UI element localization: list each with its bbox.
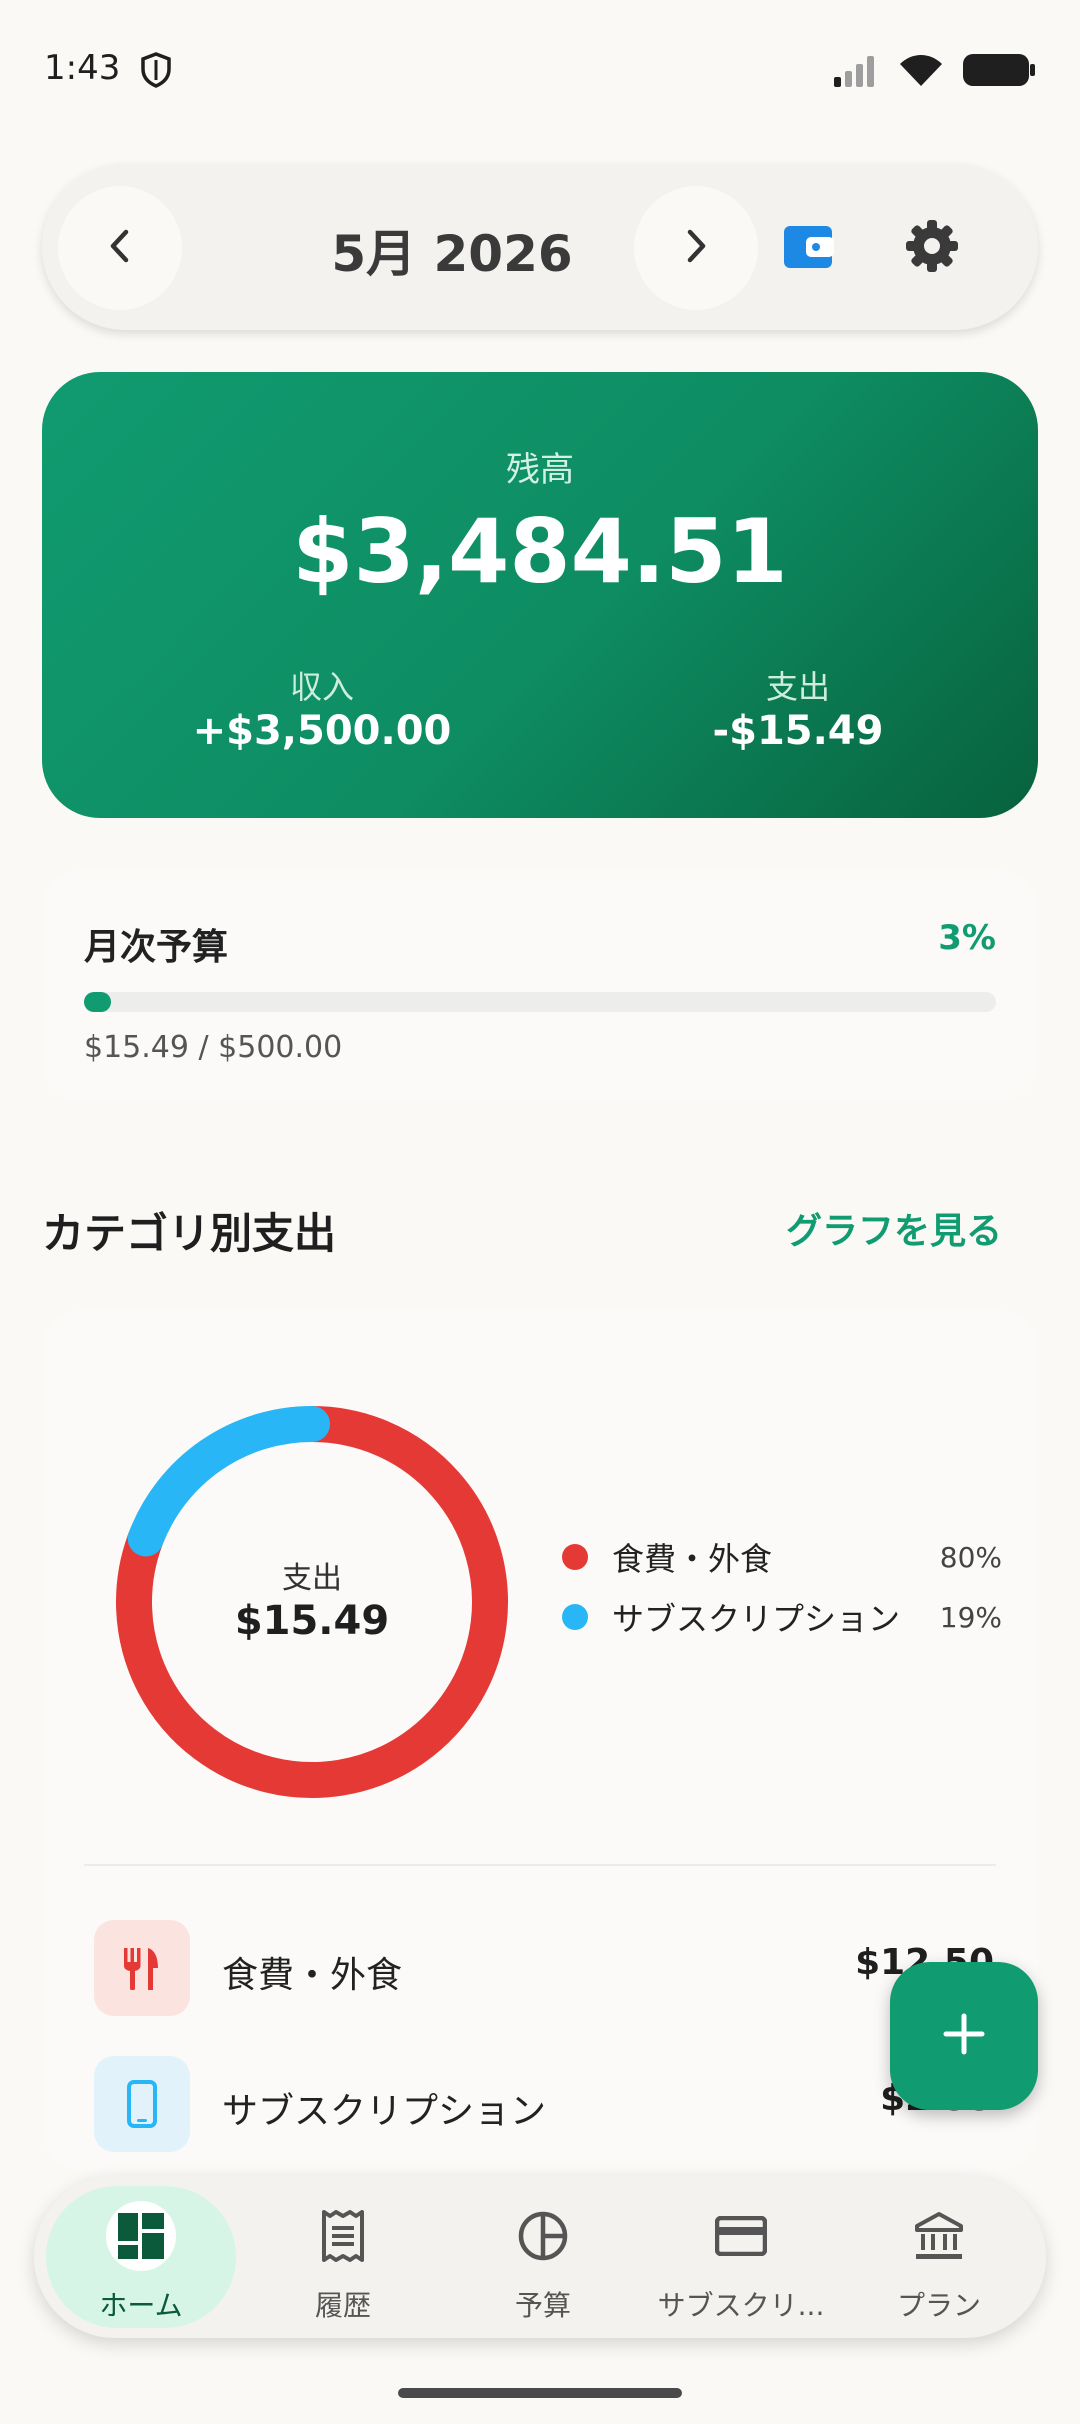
wallet-icon bbox=[782, 222, 834, 274]
nav-label: 予算 bbox=[514, 2289, 571, 2322]
divider bbox=[84, 1864, 996, 1866]
view-chart-link[interactable]: グラフを見る bbox=[786, 1202, 1002, 1254]
nav-label: 履歴 bbox=[314, 2289, 371, 2322]
legend-dot bbox=[562, 1604, 588, 1630]
status-time: 1:43 bbox=[44, 48, 121, 88]
donut-slice bbox=[127, 1406, 330, 1557]
category-name: 食費・外食 bbox=[222, 1955, 403, 1996]
shield-icon bbox=[140, 52, 172, 88]
signal-icon bbox=[832, 53, 880, 91]
legend-percent: 19% bbox=[939, 1600, 1002, 1634]
bottom-navigation: ホーム 履歴 予算 サブスクリ... プラン bbox=[34, 2176, 1046, 2338]
legend-dot bbox=[562, 1544, 588, 1570]
legend-name: 食費・外食 bbox=[612, 1540, 773, 1578]
nav-history[interactable]: 履歴 bbox=[248, 2186, 438, 2328]
category-name: サブスクリプション bbox=[222, 2091, 547, 2132]
legend-percent: 80% bbox=[939, 1540, 1002, 1574]
gear-icon bbox=[904, 218, 960, 278]
nav-label: サブスクリ... bbox=[657, 2289, 825, 2322]
home-indicator bbox=[398, 2388, 682, 2398]
nav-plan[interactable]: プラン bbox=[844, 2186, 1034, 2328]
wifi-icon bbox=[898, 52, 944, 92]
legend-item: サブスクリプション 19% bbox=[562, 1592, 1002, 1642]
budget-percent: 3% bbox=[938, 918, 996, 958]
budget-amount: $15.49 / $500.00 bbox=[84, 1030, 343, 1065]
category-row-food[interactable]: 食費・外食 $12.50 bbox=[94, 1920, 994, 2016]
chevron-right-icon bbox=[681, 228, 711, 268]
add-transaction-button[interactable] bbox=[890, 1962, 1038, 2110]
nav-label: プラン bbox=[896, 2289, 981, 2322]
balance-card: 残高 $3,484.51 収入 +$3,500.00 支出 -$15.49 bbox=[42, 372, 1038, 818]
smartphone-icon bbox=[94, 2056, 190, 2152]
legend-name: サブスクリプション bbox=[612, 1600, 901, 1638]
expense-value: -$15.49 bbox=[712, 708, 884, 754]
category-row-subscription[interactable]: サブスクリプション $2.99 bbox=[94, 2056, 994, 2152]
status-icons bbox=[832, 52, 1036, 92]
dashboard-icon bbox=[46, 2201, 236, 2271]
budget-progress-fill bbox=[84, 992, 112, 1012]
fork-knife-icon bbox=[94, 1920, 190, 2016]
receipt-icon bbox=[248, 2208, 438, 2264]
income-label: 収入 bbox=[289, 668, 354, 706]
plus-icon bbox=[942, 2012, 986, 2060]
nav-subscriptions[interactable]: サブスクリ... bbox=[646, 2186, 836, 2328]
bank-icon bbox=[844, 2208, 1034, 2264]
balance-label: 残高 bbox=[506, 450, 574, 490]
credit-card-icon bbox=[646, 2208, 836, 2264]
chevron-left-icon bbox=[105, 228, 135, 268]
nav-label: ホーム bbox=[99, 2289, 183, 2322]
expense-label: 支出 bbox=[765, 668, 830, 706]
budget-progress-bar bbox=[84, 992, 996, 1012]
next-month-button[interactable] bbox=[634, 186, 758, 310]
category-section-title: カテゴリ別支出 bbox=[42, 1209, 337, 1258]
donut-center-value: $15.49 bbox=[235, 1598, 389, 1644]
wallet-button[interactable] bbox=[746, 186, 870, 310]
pie-chart-icon bbox=[448, 2208, 638, 2264]
month-selector: 5月 2026 bbox=[42, 164, 1038, 330]
budget-title: 月次予算 bbox=[84, 927, 229, 968]
legend-item: 食費・外食 80% bbox=[562, 1532, 1002, 1582]
balance-value: $3,484.51 bbox=[292, 500, 788, 603]
income-value: +$3,500.00 bbox=[192, 708, 452, 754]
nav-home[interactable]: ホーム bbox=[46, 2186, 236, 2328]
donut-center-label: 支出 bbox=[282, 1561, 342, 1596]
battery-icon bbox=[962, 52, 1036, 92]
nav-budget[interactable]: 予算 bbox=[448, 2186, 638, 2328]
donut-chart: 支出 $15.49 bbox=[116, 1406, 508, 1798]
prev-month-button[interactable] bbox=[58, 186, 182, 310]
settings-button[interactable] bbox=[870, 186, 994, 310]
month-label: 5月 2026 bbox=[331, 225, 573, 283]
category-chart-card: 支出 $15.49 食費・外食 80% サブスクリプション 19% 食費・外食 … bbox=[42, 1310, 1038, 2170]
monthly-budget-card[interactable]: 月次予算 3% $15.49 / $500.00 bbox=[42, 870, 1038, 1102]
